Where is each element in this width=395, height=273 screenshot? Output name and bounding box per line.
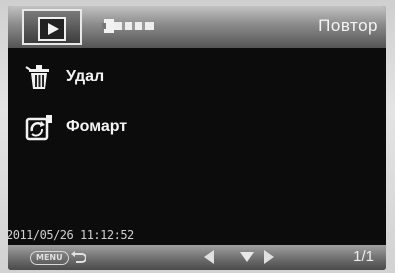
play-icon xyxy=(38,17,66,41)
right-arrow-icon[interactable] xyxy=(264,250,274,264)
menu-item-label: Фомарт xyxy=(66,118,128,135)
menu-item-label: Удал xyxy=(66,68,105,85)
page-counter: 1/1 xyxy=(353,248,374,265)
wrench-icon[interactable] xyxy=(102,16,156,36)
menu-item-format[interactable]: Фомарт xyxy=(24,112,127,142)
left-arrow-icon[interactable] xyxy=(204,250,214,264)
menu-item-delete[interactable]: Удал xyxy=(24,62,104,92)
tab-playback[interactable] xyxy=(22,9,82,45)
timestamp: 2011/05/26 11:12:52 xyxy=(8,228,134,242)
lcd-screen: Повтор Удал Фомарт 2011/05/26 11:12:52 M… xyxy=(8,6,386,270)
format-icon xyxy=(25,115,52,141)
back-arrow-icon[interactable] xyxy=(70,249,86,265)
trash-icon xyxy=(25,65,49,89)
page-title: Повтор xyxy=(318,16,378,35)
menu-button[interactable]: MENU xyxy=(30,251,69,265)
top-menu-bar: Повтор xyxy=(8,6,386,48)
down-arrow-icon[interactable] xyxy=(240,252,254,262)
bottom-nav-bar: MENU 1/1 xyxy=(8,245,386,270)
